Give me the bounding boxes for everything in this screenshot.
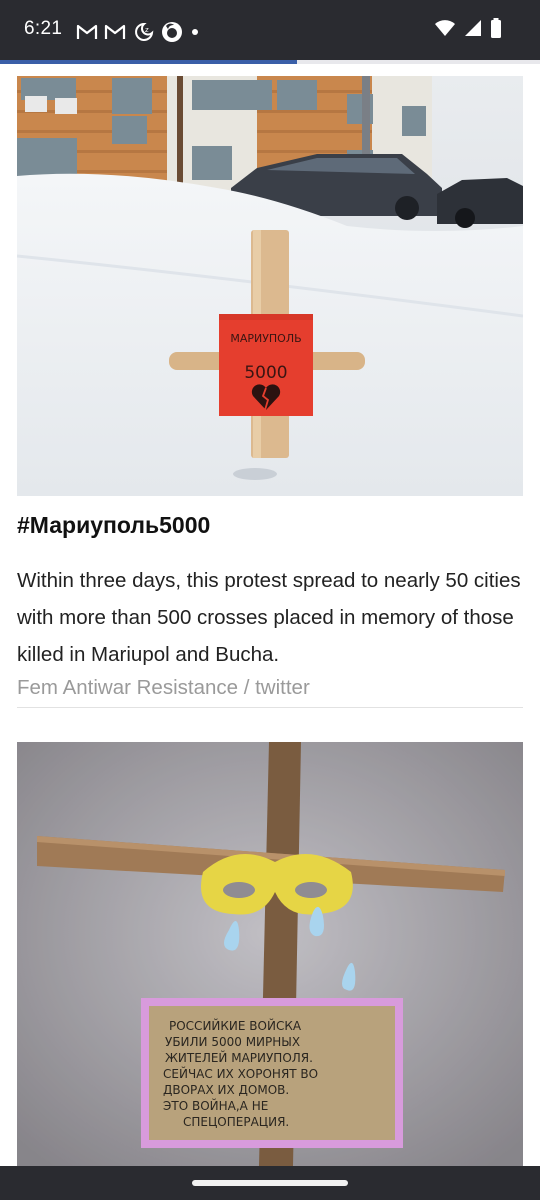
sign-text-mariupol: МАРИУПОЛЬ [230, 332, 301, 345]
reading-progress-bar [0, 60, 540, 64]
do-not-disturb-icon: z [135, 22, 154, 41]
gmail-icon [76, 24, 98, 39]
photo-credit[interactable]: Fem Antiwar Resistance / twitter [17, 676, 310, 700]
article-photo-cross-in-snow[interactable]: МАРИУПОЛЬ 5000 [17, 76, 523, 496]
photo-caption-title: #Мариуполь5000 [17, 512, 211, 538]
notification-dot-icon [192, 29, 198, 35]
status-notification-icons: z [76, 20, 200, 44]
photo-cross-with-mask-illustration: РОССИЙКИЕ ВОЙСКА УБИЛИ 5000 МИРНЫХ ЖИТЕЛ… [17, 742, 523, 1166]
firefox-icon [162, 22, 182, 42]
svg-text:СЕЙЧАС ИХ ХОРОНЯТ ВО: СЕЙЧАС ИХ ХОРОНЯТ ВО [163, 1066, 318, 1081]
article-photo-cross-with-mask[interactable]: РОССИЙКИЕ ВОЙСКА УБИЛИ 5000 МИРНЫХ ЖИТЕЛ… [17, 742, 523, 1166]
cell-signal-icon [465, 20, 481, 36]
status-time: 6:21 [24, 18, 63, 39]
svg-text:ЖИТЕЛЕЙ МАРИУПОЛЯ.: ЖИТЕЛЕЙ МАРИУПОЛЯ. [165, 1050, 313, 1065]
wifi-icon [435, 20, 455, 36]
battery-icon [491, 18, 501, 38]
svg-text:СПЕЦОПЕРАЦИЯ.: СПЕЦОПЕРАЦИЯ. [183, 1115, 289, 1129]
gmail-icon [104, 24, 126, 39]
svg-text:z: z [145, 26, 149, 34]
photo-cross-in-snow-illustration: МАРИУПОЛЬ 5000 [17, 76, 523, 496]
svg-text:УБИЛИ 5000 МИРНЫХ: УБИЛИ 5000 МИРНЫХ [165, 1035, 300, 1049]
status-bar: 6:21 z [0, 0, 540, 60]
sign-text-5000: 5000 [244, 363, 287, 383]
home-gesture-handle[interactable] [192, 1180, 348, 1186]
photo-caption-body: Within three days, this protest spread t… [17, 569, 521, 666]
svg-text:ЭТО ВОЙНА,А НЕ: ЭТО ВОЙНА,А НЕ [163, 1098, 268, 1113]
svg-text:РОССИЙКИЕ ВОЙСКА: РОССИЙКИЕ ВОЙСКА [169, 1018, 302, 1033]
reading-progress-fill [0, 60, 297, 64]
svg-text:ДВОРАХ ИХ ДОМОВ.: ДВОРАХ ИХ ДОМОВ. [163, 1083, 289, 1097]
section-divider [17, 707, 523, 708]
status-system-icons [434, 18, 502, 38]
